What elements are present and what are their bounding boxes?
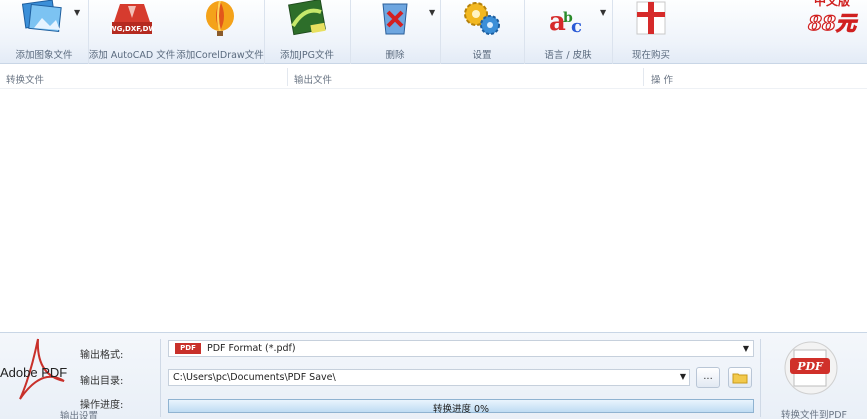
delete-bin-icon xyxy=(382,3,408,35)
column-divider[interactable] xyxy=(287,68,288,86)
column-divider[interactable] xyxy=(643,68,644,86)
add-image-label: 添加图象文件 xyxy=(15,50,73,61)
pdf-convert-icon: PDF xyxy=(784,341,838,395)
images-icon xyxy=(22,0,62,33)
output-dir-value: C:\Users\pc\Documents\PDF Save\ xyxy=(173,372,336,383)
abc-language-icon: a b c xyxy=(549,7,582,37)
settings-button[interactable]: 设置 xyxy=(440,0,524,64)
conversion-progress-bar: 转换进度 0% xyxy=(168,399,754,415)
progress-text: 转换进度 0% xyxy=(432,404,490,415)
chevron-down-icon[interactable]: ▼ xyxy=(600,8,606,17)
open-folder-button[interactable] xyxy=(728,367,752,388)
add-autocad-button[interactable]: DWG,DXF,DWF 添加 AutoCAD 文件 xyxy=(88,0,176,64)
output-dir-label: 输出目录: xyxy=(80,376,124,387)
add-coreldraw-label: 添加CorelDraw文件 xyxy=(176,50,264,61)
output-format-select[interactable]: PDF PDF Format (*.pdf) ▼ xyxy=(168,340,754,357)
pdf-icon-text: PDF xyxy=(796,360,824,373)
chevron-down-icon[interactable]: ▼ xyxy=(74,8,80,17)
file-list-header: 转换文件 输出文件 操 作 xyxy=(0,65,867,89)
folder-icon xyxy=(732,373,748,384)
adobe-pdf-logo: Adobe PDF xyxy=(0,337,74,419)
column-action[interactable]: 操 作 xyxy=(651,72,673,86)
output-format-value: PDF Format (*.pdf) xyxy=(207,343,296,354)
autocad-icon: DWG,DXF,DWF xyxy=(110,4,154,34)
gears-icon xyxy=(464,2,500,35)
column-output-file[interactable]: 输出文件 xyxy=(294,72,332,86)
column-source-file[interactable]: 转换文件 xyxy=(6,72,44,86)
panel-divider xyxy=(160,339,161,417)
price-promo-badge[interactable]: 中文版 88元 xyxy=(801,0,863,44)
language-skin-label: 语言 / 皮肤 xyxy=(544,50,592,61)
add-jpg-button[interactable]: 添加JPG文件 xyxy=(264,0,350,64)
convert-to-pdf-label: 转换文件到PDF xyxy=(780,410,847,419)
output-settings-caption: 输出设置 xyxy=(59,411,98,419)
autocad-icon-caption: DWG,DXF,DWF xyxy=(110,25,154,33)
promo-line1: 中文版 xyxy=(814,0,850,8)
promo-price: 88元 xyxy=(807,11,858,35)
toolbar: ▼ 添加图象文件 DWG,DXF,DWF 添加 AutoCAD 文件 添加Cor… xyxy=(0,0,867,64)
pdf-format-badge: PDF xyxy=(175,343,201,354)
coreldraw-balloon-icon xyxy=(206,0,234,36)
gift-box-icon xyxy=(636,1,666,35)
jpg-icon xyxy=(288,0,326,36)
add-autocad-label: 添加 AutoCAD 文件 xyxy=(88,50,176,61)
output-dir-dropdown-icon[interactable]: ▼ xyxy=(676,369,690,386)
file-list[interactable] xyxy=(0,90,867,332)
add-coreldraw-button[interactable]: 添加CorelDraw文件 xyxy=(176,0,264,64)
panel-divider xyxy=(760,339,761,417)
convert-to-pdf-button[interactable]: PDF 转换文件到PDF xyxy=(764,336,864,419)
add-image-button[interactable]: ▼ 添加图象文件 xyxy=(0,0,88,64)
language-skin-button[interactable]: a b c ▼ 语言 / 皮肤 xyxy=(524,0,612,64)
progress-label: 操作进度: xyxy=(80,400,124,411)
delete-label: 删除 xyxy=(385,50,405,61)
buy-now-button[interactable]: 现在购买 xyxy=(612,0,690,64)
chevron-down-icon[interactable]: ▼ xyxy=(429,8,435,17)
output-format-label: 输出格式: xyxy=(80,350,124,361)
browse-button[interactable]: ... xyxy=(696,367,720,388)
delete-button[interactable]: ▼ 删除 xyxy=(350,0,440,64)
adobe-pdf-text: Adobe PDF xyxy=(0,365,68,380)
settings-label: 设置 xyxy=(472,50,492,61)
add-jpg-label: 添加JPG文件 xyxy=(280,50,334,61)
chevron-down-icon[interactable]: ▼ xyxy=(743,344,749,353)
buy-now-label: 现在购买 xyxy=(631,50,670,61)
output-dir-field[interactable]: C:\Users\pc\Documents\PDF Save\ xyxy=(168,369,690,386)
svg-text:c: c xyxy=(571,16,582,37)
